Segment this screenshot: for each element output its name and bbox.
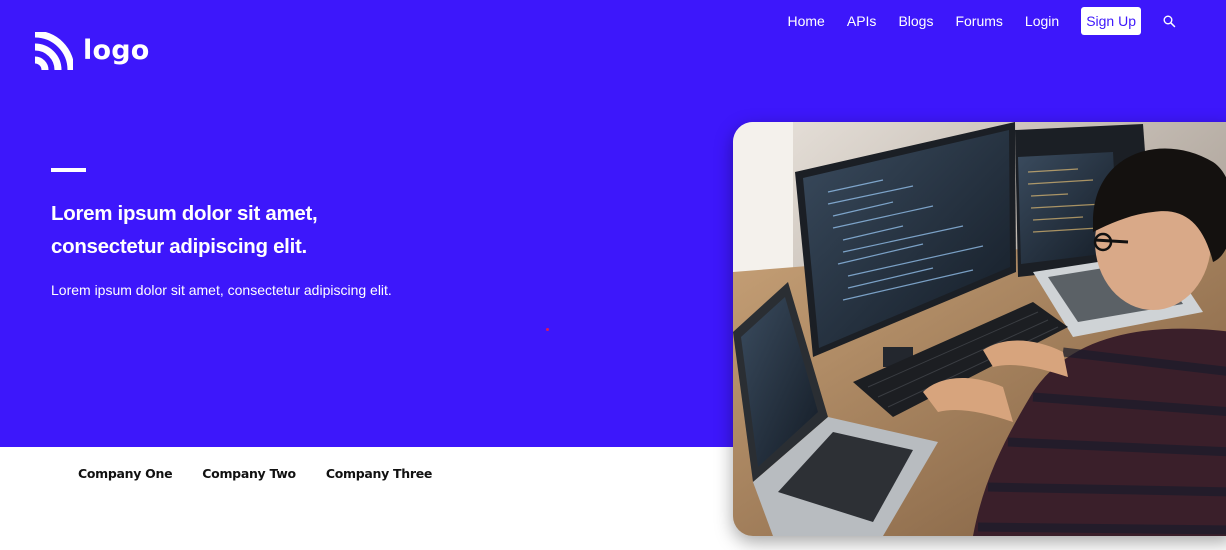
nav-forums[interactable]: Forums	[955, 6, 1002, 36]
developer-at-computer-photo	[733, 122, 1226, 536]
nav-blogs[interactable]: Blogs	[898, 6, 933, 36]
logo-text: logo	[83, 34, 150, 66]
company-two: Company Two	[202, 466, 296, 481]
main-nav: Home APIs Blogs Forums Login Sign Up	[788, 6, 1177, 36]
decorative-dot	[546, 328, 549, 331]
hero-headline: Lorem ipsum dolor sit amet, consectetur …	[51, 197, 471, 263]
headline-line-1: Lorem ipsum dolor sit amet,	[51, 202, 318, 225]
accent-line	[51, 168, 86, 172]
site-logo[interactable]: logo	[33, 32, 149, 72]
nav-home[interactable]: Home	[788, 6, 825, 36]
company-one: Company One	[78, 466, 173, 481]
hero-subtext: Lorem ipsum dolor sit amet, consectetur …	[51, 282, 392, 298]
company-logos: Company One Company Two Company Three	[78, 466, 462, 481]
nav-apis[interactable]: APIs	[847, 6, 877, 36]
rss-waves-icon	[33, 32, 73, 72]
search-icon[interactable]	[1163, 15, 1176, 28]
headline-line-2: consectetur adipiscing elit.	[51, 235, 307, 258]
signup-button[interactable]: Sign Up	[1081, 7, 1141, 35]
nav-login[interactable]: Login	[1025, 6, 1059, 36]
company-three: Company Three	[325, 466, 433, 481]
